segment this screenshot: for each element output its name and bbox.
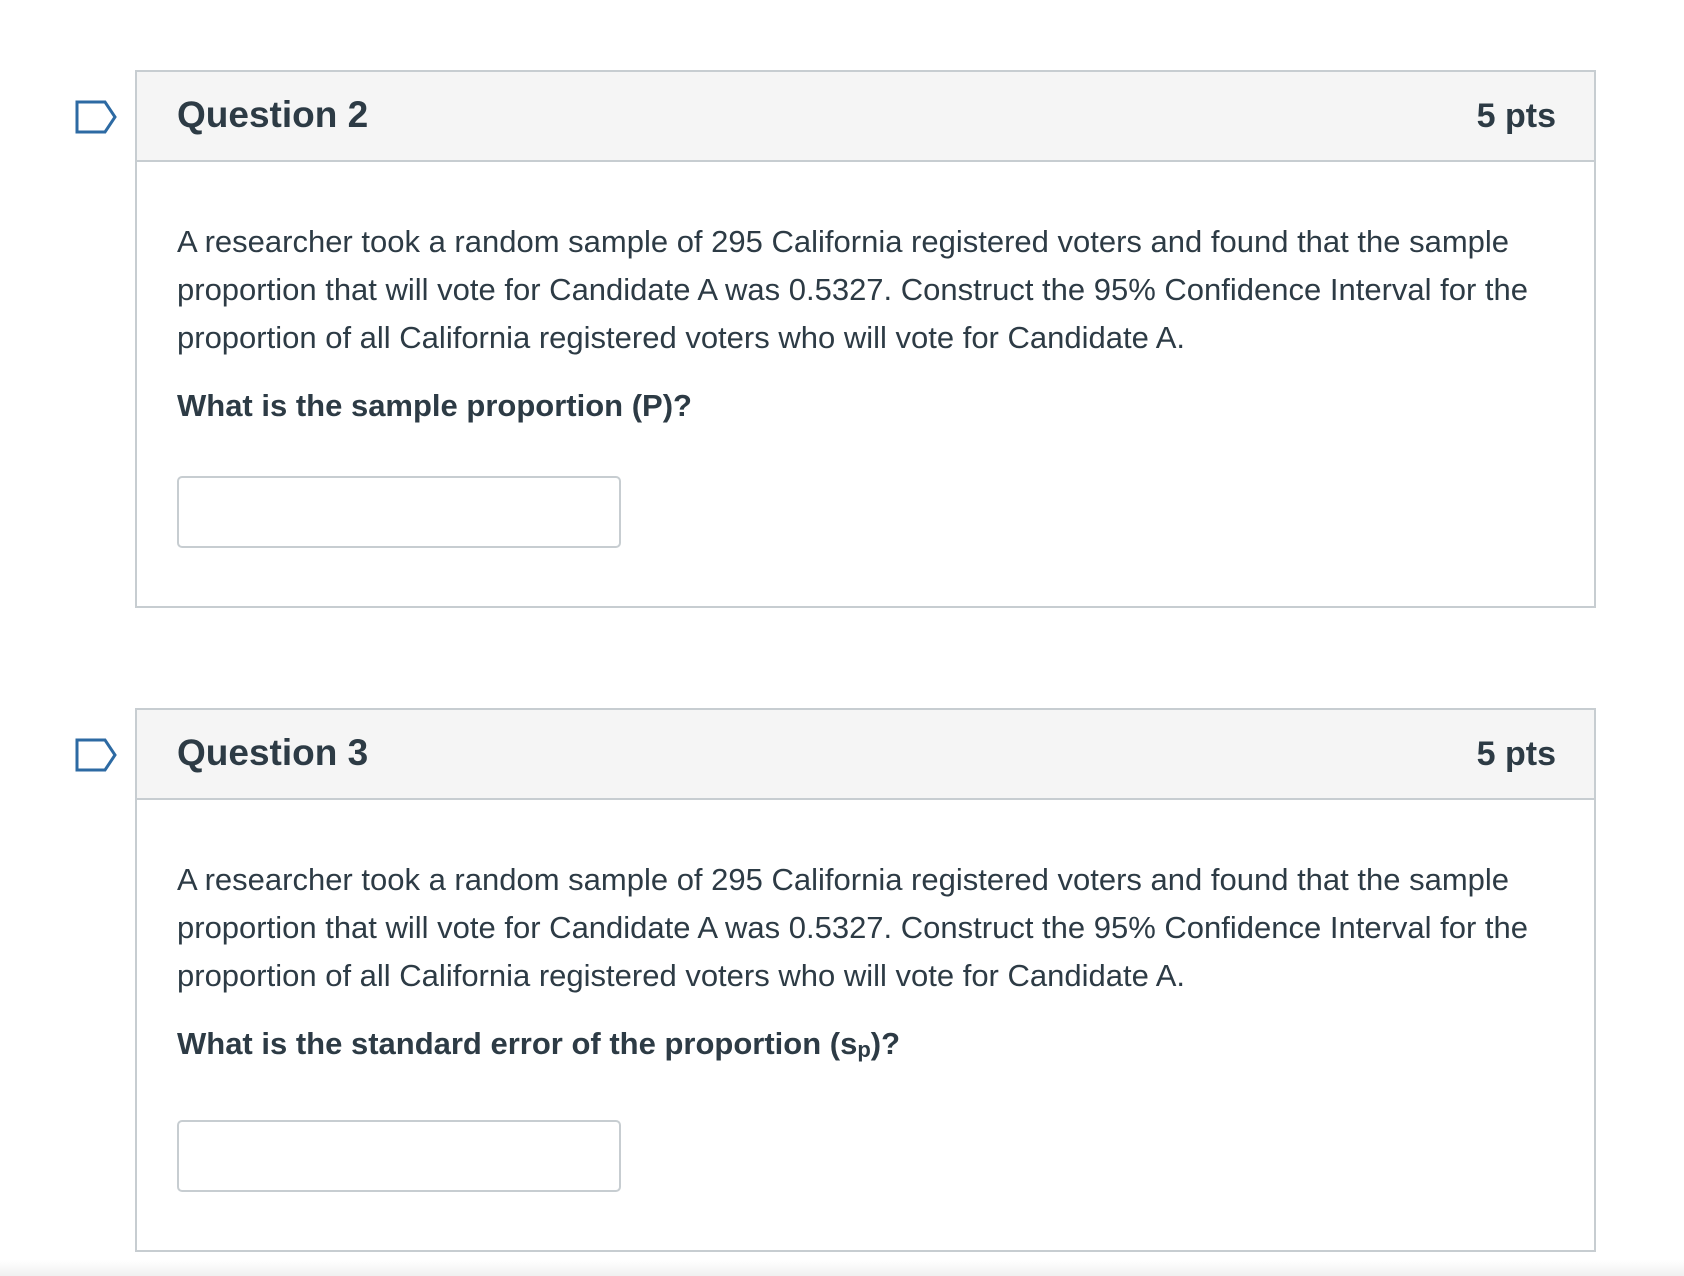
question-ask: What is the sample proportion (P)? (177, 388, 692, 423)
question-title: Question 2 (177, 94, 369, 135)
question-ask-prefix: What is the standard error of the propor… (177, 1026, 858, 1061)
bottom-scroll-shadow (0, 1260, 1684, 1276)
flag-question-icon[interactable] (75, 738, 117, 772)
question-title: Question 3 (177, 732, 369, 773)
question-prompt: A researcher took a random sample of 295… (177, 862, 1529, 993)
question-ask: What is the standard error of the propor… (177, 1024, 1554, 1070)
question-ask-subscript: p (857, 1037, 871, 1062)
question-ask-suffix: )? (870, 1026, 901, 1061)
question-card: Question 2 5 pts A researcher took a ran… (135, 70, 1596, 608)
answer-input[interactable] (177, 1120, 621, 1192)
quiz-page: Question 2 5 pts A researcher took a ran… (0, 0, 1684, 1276)
question-points: 5 pts (1476, 97, 1556, 135)
question-body: A researcher took a random sample of 295… (137, 800, 1594, 1250)
question-header: Question 3 5 pts (137, 710, 1594, 800)
question-card: Question 3 5 pts A researcher took a ran… (135, 708, 1596, 1252)
question-points: 5 pts (1476, 735, 1556, 773)
answer-input[interactable] (177, 476, 621, 548)
question-prompt: A researcher took a random sample of 295… (177, 224, 1529, 355)
flag-question-icon[interactable] (75, 100, 117, 134)
question-body: A researcher took a random sample of 295… (137, 162, 1594, 606)
question-header: Question 2 5 pts (137, 72, 1594, 162)
